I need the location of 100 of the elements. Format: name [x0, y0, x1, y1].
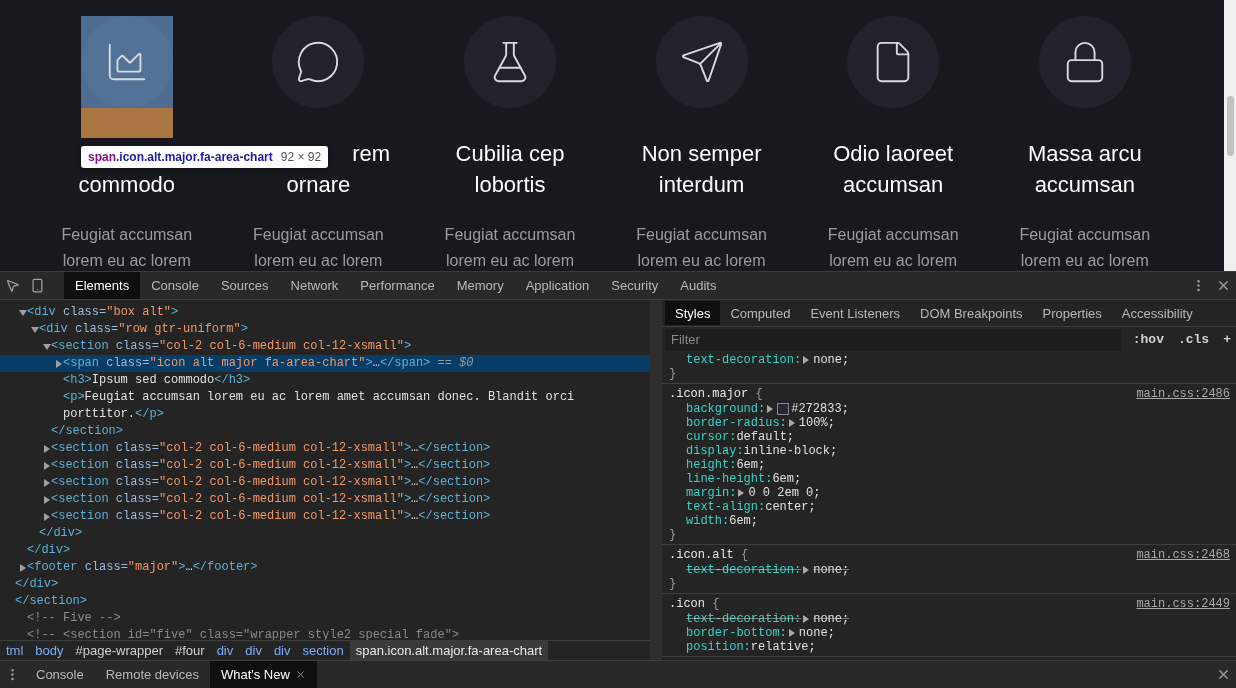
css-property: text-decoration: none;	[685, 563, 851, 577]
expand-caret-icon[interactable]	[803, 566, 810, 574]
drawer-tab[interactable]: Console	[25, 661, 95, 688]
closing-tag-line: </section>	[15, 593, 87, 610]
dom-node-line[interactable]: <section class="col-2 col-6-medium col-12-xsmall">	[51, 338, 412, 355]
color-swatch[interactable]	[777, 403, 790, 415]
filter-toggle[interactable]: .cls	[1175, 332, 1212, 347]
collapsed-arrow-icon[interactable]	[43, 496, 51, 504]
dom-node-line[interactable]: <section class="col-2 col-6-medium col-12-xsmall">…</section>	[51, 491, 491, 508]
devtools-tab[interactable]: Audits	[669, 272, 728, 299]
sidebar-tab[interactable]: Properties	[1032, 301, 1112, 325]
css-property: background: #272833;	[685, 402, 850, 416]
css-selector: .icon.major {	[669, 387, 763, 401]
css-property: text-decoration: none;	[685, 353, 851, 367]
dom-node-line[interactable]: <!-- Five -->	[27, 610, 121, 627]
dom-node-line[interactable]: <footer class="major">…</footer>	[27, 559, 258, 576]
closing-brace: }	[669, 577, 678, 591]
feature-description: Feugiat accumsan lorem eu ac lorem	[253, 225, 384, 271]
collapsed-arrow-icon[interactable]	[55, 360, 63, 368]
sidebar-tab[interactable]: Event Listeners	[800, 301, 910, 325]
devtools-tab[interactable]: Security	[600, 272, 670, 299]
dom-node-line[interactable]: <section class="col-2 col-6-medium col-12-xsmall">…</section>	[51, 474, 491, 491]
drawer-tab[interactable]: What's New	[209, 661, 317, 688]
dom-node-line[interactable]: <p>Feugiat accumsan lorem eu ac lorem amet accumsan donec. Blandit orci porttitor.</p>	[63, 389, 650, 423]
css-property: width:6em;	[685, 514, 760, 528]
sidebar-tab[interactable]: Accessibility	[1111, 301, 1203, 325]
css-selector: .icon.alt {	[669, 548, 749, 562]
closing-tag-line: </section>	[51, 423, 123, 440]
feature-description: Feugiat accumsan lorem eu ac lorem	[61, 225, 193, 271]
sidebar-tab[interactable]: DOM Breakpoints	[910, 301, 1033, 325]
element-tooltip: span.icon.alt.major.fa-area-chart 92 × 92	[81, 146, 329, 168]
dom-node-line[interactable]: <!-- <section id="five" class="wrapper style2 special fade">	[27, 627, 460, 640]
feature-title: accumsan	[1034, 171, 1135, 199]
expand-caret-icon[interactable]	[803, 356, 810, 364]
filter-toggle[interactable]: +	[1221, 332, 1233, 347]
feature-title: Odio laoreet	[833, 140, 954, 168]
collapsed-arrow-icon[interactable]	[19, 564, 27, 572]
collapsed-arrow-icon[interactable]	[43, 462, 51, 470]
dom-node-line[interactable]: <section class="col-2 col-6-medium col-12-xsmall">…</section>	[51, 508, 491, 525]
collapsed-arrow-icon[interactable]	[43, 445, 51, 453]
breadcrumb[interactable]: #four	[169, 641, 211, 660]
devtools-tab[interactable]: Elements	[64, 272, 141, 299]
css-property: cursor:default;	[685, 430, 796, 444]
feature-title: Cubilia cep	[455, 140, 565, 168]
sidebar-tab[interactable]: Styles	[665, 301, 721, 325]
dom-node-line[interactable]: <div class="box alt">	[27, 304, 179, 321]
feature-description: Feugiat accumsan lorem eu ac lorem	[827, 225, 959, 271]
devtools-tab[interactable]: Application	[514, 272, 601, 299]
css-property: line-height:6em;	[685, 472, 803, 486]
css-property: border-bottom: none;	[685, 626, 836, 640]
feature-title: rem	[352, 140, 391, 168]
feature-title: commodo	[78, 171, 176, 199]
filter-field[interactable]: Filter	[665, 328, 1121, 351]
dom-node-line[interactable]: <section class="col-2 col-6-medium col-12-xsmall">…</section>	[51, 457, 491, 474]
collapsed-arrow-icon[interactable]	[43, 513, 51, 521]
closing-brace: }	[669, 367, 678, 381]
sidebar-tab[interactable]: Computed	[720, 301, 801, 325]
filter-toggle[interactable]: :hov	[1130, 332, 1166, 347]
css-property: text-decoration: none;	[685, 612, 851, 626]
breadcrumb[interactable]: #page-wrapper	[69, 641, 169, 660]
breadcrumb[interactable]: section	[296, 641, 350, 660]
source-link[interactable]: main.css:2449	[1136, 597, 1230, 611]
dom-node-line[interactable]: <h3>Ipsum sed commodo</h3>	[63, 372, 251, 389]
expanded-arrow-icon[interactable]	[31, 326, 39, 334]
dom-node-line[interactable]: <section class="col-2 col-6-medium col-12-xsmall">…</section>	[51, 440, 491, 457]
breadcrumb[interactable]: span.icon.alt.major.fa-area-chart	[349, 641, 549, 660]
closing-tag-line: </div>	[39, 525, 83, 542]
devtools-tab[interactable]: Network	[279, 272, 350, 299]
breadcrumb[interactable]: div	[210, 641, 240, 660]
css-property: text-align:center;	[685, 500, 817, 514]
closing-tag-line: </div>	[15, 576, 59, 593]
breadcrumb[interactable]: body	[29, 641, 70, 660]
close-icon[interactable]	[294, 669, 306, 680]
expanded-arrow-icon[interactable]	[19, 309, 27, 317]
feature-title: Massa arcu	[1027, 140, 1142, 168]
breadcrumb[interactable]: div	[239, 641, 268, 660]
expanded-arrow-icon[interactable]	[43, 343, 51, 351]
css-property: margin: 0 0 2em 0;	[685, 486, 822, 500]
collapsed-arrow-icon[interactable]	[43, 479, 51, 487]
source-link[interactable]: main.css:2486	[1136, 387, 1230, 401]
css-selector: .icon {	[669, 597, 720, 611]
css-property: display:inline-block;	[685, 444, 839, 458]
dom-node-line[interactable]: <div class="row gtr-uniform">	[39, 321, 248, 338]
breadcrumb[interactable]: tml	[0, 641, 30, 660]
expand-caret-icon[interactable]	[767, 405, 774, 413]
devtools-tab[interactable]: Sources	[209, 272, 280, 299]
expand-caret-icon[interactable]	[738, 489, 745, 497]
closing-tag-line: </div>	[27, 542, 71, 559]
expand-caret-icon[interactable]	[788, 419, 795, 427]
page-scrollbar[interactable]	[1224, 0, 1236, 271]
feature-description: Feugiat accumsan lorem eu ac lorem	[1019, 225, 1151, 271]
devtools-tab[interactable]: Performance	[349, 272, 446, 299]
devtools-tab[interactable]: Console	[140, 272, 210, 299]
feature-title: Non semper	[641, 140, 762, 168]
source-link[interactable]: main.css:2468	[1136, 548, 1230, 562]
css-property: height:6em;	[685, 458, 767, 472]
devtools-tab[interactable]: Memory	[445, 272, 515, 299]
css-property: position:relative;	[685, 640, 817, 654]
breadcrumb[interactable]: div	[267, 641, 297, 660]
drawer-tab[interactable]: Remote devices	[94, 661, 210, 688]
